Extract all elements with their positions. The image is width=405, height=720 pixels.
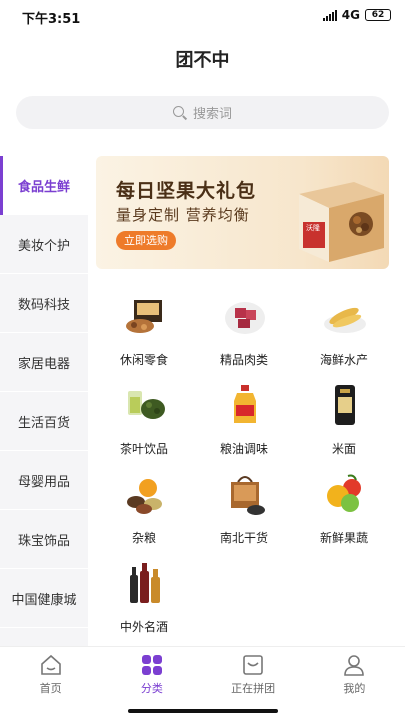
status-indicators: 4G 62: [322, 8, 391, 22]
category-label: 新鲜果蔬: [319, 531, 368, 545]
category-item-snacks[interactable]: 休闲零食: [94, 286, 194, 372]
category-item-rice[interactable]: 米面: [294, 375, 394, 461]
tea-icon: [128, 391, 165, 419]
category-content: 每日坚果大礼包 量身定制 营养均衡 立即选购 沃隆 休闲零食 精品肉类 海鲜水产…: [88, 146, 405, 646]
sidebar-item-digital[interactable]: 数码科技: [0, 274, 88, 333]
dried-goods-icon: [231, 476, 265, 515]
promo-banner[interactable]: 每日坚果大礼包 量身定制 营养均衡 立即选购 沃隆: [96, 156, 389, 269]
search-input[interactable]: 搜索词: [16, 96, 389, 129]
signal-icon: [322, 9, 337, 21]
network-label: 4G: [341, 8, 360, 22]
home-indicator: [128, 709, 278, 713]
sidebar-item-food[interactable]: 食品生鲜: [0, 156, 88, 215]
category-item-grains[interactable]: 杂粮: [94, 464, 194, 550]
category-label: 南北干货: [219, 531, 268, 545]
tab-group-buy[interactable]: 正在拼团: [203, 647, 304, 702]
category-item-seafood[interactable]: 海鲜水产: [294, 286, 394, 372]
sidebar-item-beauty[interactable]: 美妆个护: [0, 215, 88, 274]
search-icon: [172, 105, 187, 120]
category-item-meat[interactable]: 精品肉类: [194, 286, 294, 372]
sidebar-item-jewelry[interactable]: 珠宝饰品: [0, 510, 88, 569]
group-buy-icon: [243, 655, 263, 675]
grains-icon: [127, 479, 162, 514]
tab-label: 正在拼团: [231, 682, 276, 695]
bottom-tab-bar: 首页 分类 正在拼团 我的: [0, 646, 405, 702]
category-label: 中外名酒: [119, 620, 168, 634]
status-time: 下午3:51: [22, 12, 81, 27]
category-label: 茶叶饮品: [119, 442, 168, 456]
category-label: 粮油调味: [219, 442, 268, 456]
seafood-icon: [324, 307, 366, 333]
gift-box-image: 沃隆: [299, 182, 384, 262]
category-item-dried-goods[interactable]: 南北干货: [194, 464, 294, 550]
category-label: 杂粮: [131, 531, 156, 545]
category-label: 海鲜水产: [319, 353, 368, 367]
battery-icon: 62: [365, 9, 391, 21]
sidebar-item-baby[interactable]: 母婴用品: [0, 451, 88, 510]
search-placeholder: 搜索词: [192, 107, 232, 122]
category-sidebar: 食品生鲜 美妆个护 数码科技 家居电器 生活百货 母婴用品 珠宝饰品 中国健康城: [0, 156, 88, 646]
meat-icon: [225, 302, 265, 334]
fruits-icon: [327, 474, 361, 512]
sidebar-item-health[interactable]: 中国健康城: [0, 569, 88, 628]
sidebar-item-appliances[interactable]: 家居电器: [0, 333, 88, 392]
tab-label: 我的: [343, 682, 366, 695]
category-label: 米面: [331, 442, 356, 456]
banner-brand: 沃隆: [306, 223, 320, 232]
category-item-liquor[interactable]: 中外名酒: [94, 553, 194, 639]
snacks-icon: [126, 300, 162, 333]
category-item-tea[interactable]: 茶叶饮品: [94, 375, 194, 461]
banner-subtitle: 量身定制 营养均衡: [116, 206, 250, 224]
category-item-fruits[interactable]: 新鲜果蔬: [294, 464, 394, 550]
page-title: 团不中: [175, 50, 230, 71]
tab-home[interactable]: 首页: [0, 647, 101, 702]
category-label: 精品肉类: [219, 353, 268, 367]
sidebar-item-daily-goods[interactable]: 生活百货: [0, 392, 88, 451]
tab-profile[interactable]: 我的: [304, 647, 405, 702]
tab-label: 分类: [140, 682, 163, 695]
liquor-icon: [130, 563, 160, 603]
status-bar: 下午3:51 4G 62: [0, 0, 405, 32]
category-icon: [141, 655, 162, 675]
oil-icon: [234, 385, 256, 423]
buy-now-button[interactable]: 立即选购: [116, 231, 176, 250]
category-item-oil[interactable]: 粮油调味: [194, 375, 294, 461]
banner-title: 每日坚果大礼包: [116, 180, 257, 202]
category-label: 休闲零食: [119, 353, 168, 367]
rice-icon: [335, 385, 355, 425]
tab-label: 首页: [39, 682, 62, 695]
tab-category[interactable]: 分类: [101, 647, 202, 702]
home-icon: [40, 654, 61, 675]
profile-icon: [344, 655, 365, 676]
